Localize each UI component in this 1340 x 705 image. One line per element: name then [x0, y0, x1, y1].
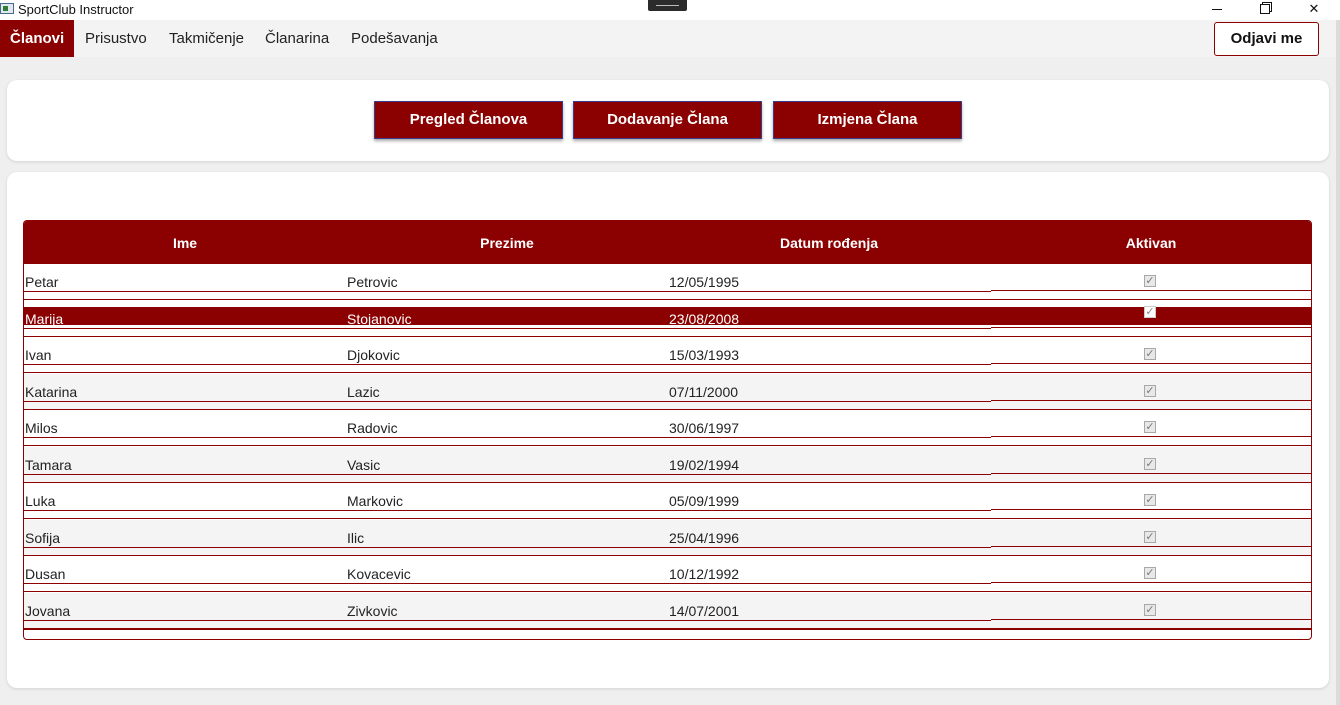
cell-datum-rodjenja: 05/09/1999: [669, 493, 740, 509]
menu-item-clanovi[interactable]: Članovi: [0, 20, 75, 57]
table-bottom-divider: [24, 629, 1311, 630]
cell-prezime: Ilic: [347, 529, 365, 546]
table-row[interactable]: Luka Markovic 05/09/1999 ✓: [24, 483, 1311, 519]
cell-underline: [991, 472, 1311, 474]
cell-datum-rodjenja: 25/04/1996: [669, 529, 740, 546]
cell-underline: [991, 290, 1311, 291]
aktivan-checkbox[interactable]: ✓: [1144, 603, 1156, 616]
cell-datum-rodjenja: 12/05/1995: [669, 274, 740, 290]
column-header-prezime[interactable]: Prezime: [346, 221, 668, 264]
cell-underline: [991, 509, 1311, 510]
cell-prezime: Markovic: [347, 493, 404, 509]
cell-underline: [991, 326, 1311, 328]
cell-underline: [24, 400, 991, 402]
cell-prezime: Radovic: [347, 420, 398, 436]
cell-underline: [24, 546, 991, 548]
cell-ime: Petar: [25, 274, 59, 290]
aktivan-checkbox[interactable]: ✓: [1144, 567, 1156, 579]
members-overview-button[interactable]: Pregled Članova: [374, 101, 563, 139]
restore-button[interactable]: [1250, 0, 1280, 20]
cell-underline: [991, 545, 1311, 547]
members-table: Ime Prezime Datum rođenja Aktivan Petar P…: [23, 220, 1312, 640]
cell-underline: [24, 291, 991, 292]
column-header-datum[interactable]: Datum rođenja: [668, 221, 990, 264]
column-header-aktivan[interactable]: Aktivan: [990, 221, 1311, 264]
cell-prezime: Vasic: [347, 456, 381, 473]
cell-underline: [24, 510, 991, 511]
cell-ime: Ivan: [25, 347, 52, 363]
edit-member-button[interactable]: Izmjena Člana: [773, 101, 962, 139]
aktivan-checkbox[interactable]: ✓: [1144, 530, 1156, 543]
cell-datum-rodjenja: 07/11/2000: [669, 383, 739, 400]
cell-underline: [991, 363, 1311, 364]
table-row[interactable]: Katarina Lazic 07/11/2000 ✓: [24, 373, 1311, 410]
aktivan-checkbox[interactable]: ✓: [1144, 348, 1156, 360]
table-header: Ime Prezime Datum rođenja Aktivan: [24, 221, 1311, 264]
table-row[interactable]: Milos Radovic 30/06/1997 ✓: [24, 410, 1311, 446]
minimize-icon: [1212, 9, 1222, 10]
cell-ime: Luka: [25, 493, 56, 509]
table-row[interactable]: Ivan Djokovic 15/03/1993 ✓: [24, 337, 1311, 373]
cell-prezime: Lazic: [347, 383, 380, 400]
cell-underline: [24, 437, 991, 438]
cell-datum-rodjenja: 19/02/1994: [669, 456, 740, 473]
title-bar: SportClub Instructor ✕: [0, 0, 1340, 20]
table-row[interactable]: Tamara Vasic 19/02/1994 ✓: [24, 446, 1311, 483]
window-scrollbar[interactable]: [1336, 20, 1340, 705]
menu-item-podesavanja[interactable]: Podešavanja: [351, 20, 438, 57]
aktivan-checkbox[interactable]: ✓: [1144, 384, 1156, 397]
cell-prezime: Petrovic: [347, 274, 398, 290]
minimize-button[interactable]: [1202, 0, 1232, 20]
drag-handle[interactable]: [648, 0, 687, 11]
aktivan-checkbox[interactable]: ✓: [1144, 275, 1156, 287]
cell-ime: Sofija: [25, 529, 61, 546]
logout-button[interactable]: Odjavi me: [1214, 22, 1319, 56]
window-title: SportClub Instructor: [18, 2, 134, 17]
cell-prezime: Kovacevic: [347, 566, 411, 582]
restore-icon: [1260, 4, 1270, 14]
menu-item-prisustvo[interactable]: Prisustvo: [85, 20, 147, 57]
cell-prezime: Zivkovic: [347, 602, 398, 619]
selection-highlight: [24, 306, 1311, 325]
cell-underline: [991, 399, 1311, 401]
table-row[interactable]: Dusan Kovacevic 10/12/1992 ✓: [24, 556, 1311, 592]
cell-ime: Katarina: [25, 383, 78, 400]
cell-underline: [991, 582, 1311, 583]
aktivan-checkbox[interactable]: ✓: [1144, 305, 1156, 318]
menu-item-clanarina[interactable]: Članarina: [265, 20, 329, 57]
cell-underline: [24, 583, 991, 584]
aktivan-checkbox[interactable]: ✓: [1144, 421, 1156, 433]
add-member-button[interactable]: Dodavanje Člana: [573, 101, 762, 139]
cell-underline: [24, 364, 991, 365]
cell-datum-rodjenja: 14/07/2001: [669, 602, 740, 619]
cell-datum-rodjenja: 15/03/1993: [669, 347, 740, 363]
cell-underline: [24, 619, 991, 621]
close-icon: ✕: [1308, 1, 1320, 16]
aktivan-checkbox[interactable]: ✓: [1144, 494, 1156, 506]
table-row[interactable]: Marija Stojanovic 23/08/2008 ✓: [24, 300, 1311, 337]
menu-item-takmicenje[interactable]: Takmičenje: [169, 20, 244, 57]
cell-underline: [991, 436, 1311, 437]
cell-underline: [24, 473, 991, 475]
table-row[interactable]: Jovana Zivkovic 14/07/2001 ✓: [24, 592, 1311, 629]
cell-ime: Milos: [25, 420, 58, 436]
cell-ime: Jovana: [25, 602, 71, 619]
column-header-ime[interactable]: Ime: [24, 221, 346, 264]
cell-underline: [24, 327, 991, 329]
cell-datum-rodjenja: 23/08/2008: [669, 310, 740, 327]
cell-datum-rodjenja: 10/12/1992: [669, 566, 740, 582]
cell-ime: Tamara: [25, 456, 72, 473]
menu-bar: Članovi Prisustvo Takmičenje Članarina P…: [0, 20, 1336, 57]
cell-prezime: Djokovic: [347, 347, 400, 363]
cell-ime: Dusan: [25, 566, 66, 582]
cell-prezime: Stojanovic: [347, 310, 412, 327]
table-row[interactable]: Sofija Ilic 25/04/1996 ✓: [24, 519, 1311, 556]
aktivan-checkbox[interactable]: ✓: [1144, 457, 1156, 470]
cell-datum-rodjenja: 30/06/1997: [669, 420, 740, 436]
cell-underline: [991, 618, 1311, 620]
app-icon: [0, 3, 14, 14]
cell-ime: Marija: [25, 310, 64, 327]
table-row[interactable]: Petar Petrovic 12/05/1995 ✓: [24, 264, 1311, 300]
close-button[interactable]: ✕: [1299, 0, 1329, 20]
